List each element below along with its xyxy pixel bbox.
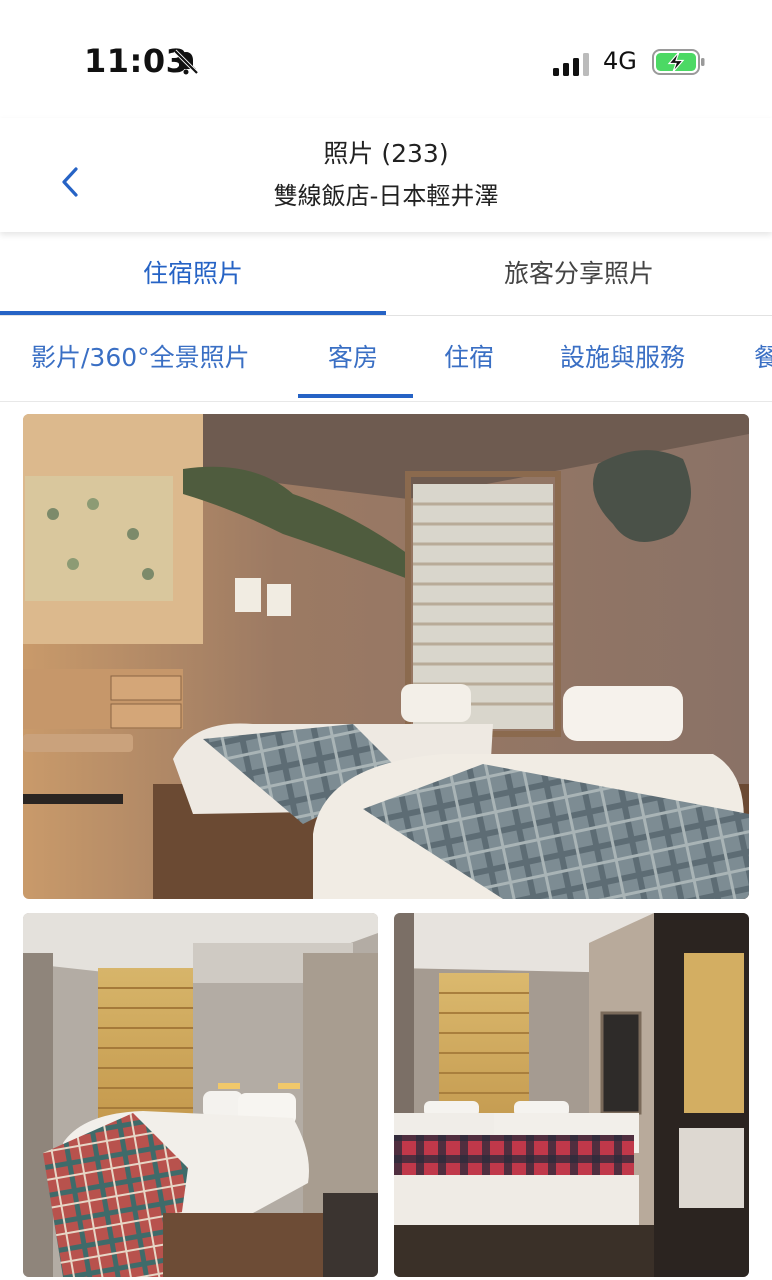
- room-photo-double-red-plaid[interactable]: [23, 913, 378, 1277]
- tab-facilities[interactable]: 設施與服務: [560, 338, 685, 374]
- active-tab-indicator: [0, 311, 386, 315]
- tab-rooms[interactable]: 客房: [328, 338, 378, 374]
- status-bar: 11:03 4G: [0, 0, 772, 118]
- hotel-name: 雙線飯店-日本輕井澤: [273, 182, 499, 210]
- room-photo-twin-red-check[interactable]: [394, 913, 749, 1277]
- tab-property[interactable]: 住宿: [444, 338, 494, 374]
- app-header: 照片 (233) 雙線飯店-日本輕井澤: [0, 118, 772, 232]
- room-photo-twin-plaid[interactable]: [23, 414, 749, 899]
- page-title: 照片 (233): [323, 139, 449, 168]
- signal-bars-icon: [553, 53, 589, 76]
- tab-guest-photos[interactable]: 旅客分享照片: [386, 232, 772, 316]
- bell-slash-icon: [173, 49, 199, 75]
- network-type: 4G: [603, 47, 637, 75]
- active-category-indicator: [298, 394, 413, 398]
- category-tabs: 影片/360°全景照片 客房 住宿 設施與服務 餐: [0, 316, 772, 402]
- battery-charging-icon: [652, 49, 705, 75]
- tab-property-photos[interactable]: 住宿照片: [0, 232, 386, 316]
- main-tabs: 住宿照片 旅客分享照片: [0, 232, 772, 316]
- tab-video-360[interactable]: 影片/360°全景照片: [31, 338, 250, 374]
- tab-dining[interactable]: 餐: [754, 338, 772, 374]
